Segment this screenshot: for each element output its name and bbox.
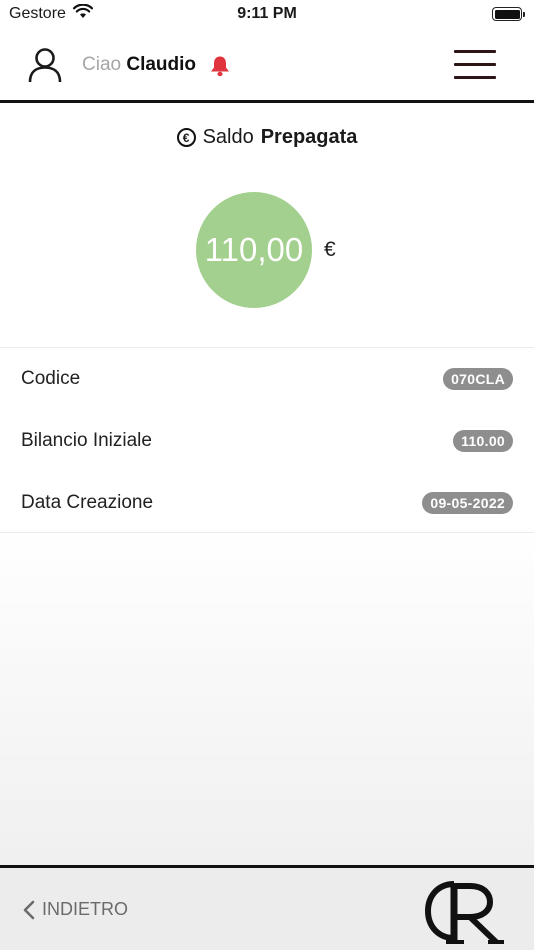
- list-item-creation-date: Data Creazione 09-05-2022: [0, 472, 534, 534]
- balance-title-bold: Prepagata: [260, 126, 358, 148]
- details-list: Codice 070CLA Bilancio Iniziale 110.00 D…: [0, 347, 534, 533]
- status-bar: Gestore 9:11 PM: [0, 0, 534, 28]
- wifi-icon: [72, 3, 94, 24]
- balance-currency: €: [324, 238, 336, 261]
- euro-icon: €: [176, 128, 196, 147]
- greeting: Ciao Claudio: [82, 54, 196, 76]
- row-label: Codice: [21, 368, 81, 389]
- back-button[interactable]: INDIETRO: [22, 899, 128, 920]
- footer-bar: INDIETRO: [0, 865, 534, 950]
- brand-logo: [424, 876, 506, 946]
- user-icon[interactable]: [27, 47, 63, 83]
- row-label: Data Creazione: [21, 492, 154, 513]
- balance-amount-circle: 110,00: [196, 192, 312, 308]
- balance-title: € Saldo Prepagata: [0, 126, 534, 149]
- code-badge: 070CLA: [443, 368, 513, 390]
- initial-balance-badge: 110.00: [453, 430, 513, 452]
- carrier-label: Gestore: [9, 5, 66, 22]
- creation-date-badge: 09-05-2022: [422, 492, 513, 514]
- balance-title-prefix: Saldo: [202, 126, 254, 148]
- row-label: Bilancio Iniziale: [21, 430, 152, 451]
- balance-amount: 110,00: [204, 231, 304, 268]
- battery-icon: [492, 7, 525, 21]
- user-name: Claudio: [126, 54, 197, 75]
- app-header: Ciao Claudio: [0, 28, 534, 103]
- list-item-initial-balance: Bilancio Iniziale 110.00: [0, 410, 534, 472]
- chevron-left-icon: [22, 900, 36, 920]
- greeting-word: Ciao: [82, 54, 122, 75]
- list-item-codice: Codice 070CLA: [0, 348, 534, 410]
- bell-icon[interactable]: [208, 55, 232, 77]
- menu-icon[interactable]: [454, 50, 496, 80]
- back-label: INDIETRO: [42, 899, 129, 919]
